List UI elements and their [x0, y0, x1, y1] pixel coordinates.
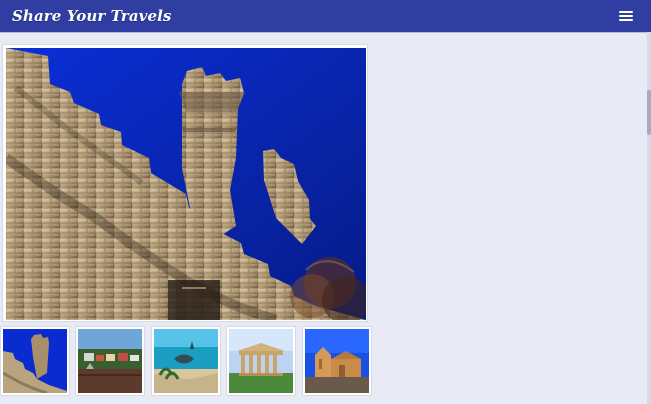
thumbnail-image: [229, 329, 293, 393]
thumbnail-cathedral[interactable]: [302, 326, 372, 396]
thumbnail-image: [3, 329, 67, 393]
scrollbar-thumb[interactable]: [647, 90, 651, 135]
thumbnail-castle[interactable]: [0, 326, 70, 396]
main-image-card: [2, 44, 368, 322]
top-navigation-bar: Share Your Travels: [0, 0, 651, 32]
thumbnail-harbor[interactable]: [75, 326, 145, 396]
thumbnail-strip: [0, 326, 372, 396]
site-brand-title[interactable]: Share Your Travels: [12, 7, 171, 25]
main-image[interactable]: [6, 48, 366, 320]
menu-line: [619, 11, 633, 13]
thumbnail-image: [78, 329, 142, 393]
thumbnail-image: [305, 329, 369, 393]
page: Share Your Travels: [0, 0, 651, 404]
vertical-scrollbar[interactable]: [647, 32, 651, 404]
menu-line: [619, 15, 633, 17]
thumbnail-image: [154, 329, 218, 393]
thumbnail-shipwreck-beach[interactable]: [151, 326, 221, 396]
thumbnail-greek-temple[interactable]: [226, 326, 296, 396]
menu-button[interactable]: [619, 10, 633, 22]
menu-line: [619, 19, 633, 21]
